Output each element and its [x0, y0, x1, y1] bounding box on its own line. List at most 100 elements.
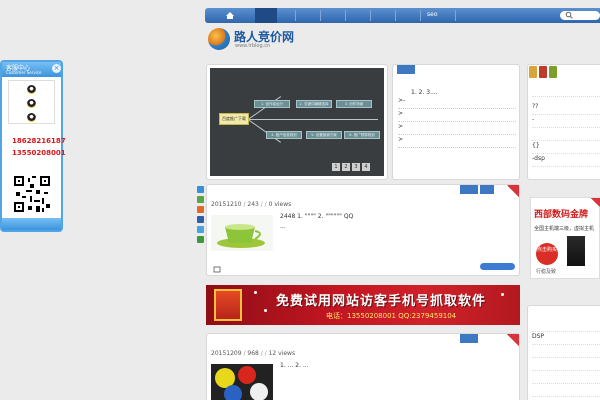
banner-title: 免费试用网站访客手机号抓取软件 — [276, 294, 487, 309]
sidebar-row[interactable] — [532, 385, 600, 397]
ad-buy-button[interactable]: 点击购买 — [536, 243, 558, 265]
nav-menu[interactable]: seo — [255, 8, 483, 23]
sidebar-row[interactable]: -dsp — [532, 155, 600, 167]
mindmap-node: 1. 创作者运行 — [254, 100, 290, 108]
share-icon[interactable] — [197, 186, 204, 193]
article-thumbnail[interactable] — [211, 364, 273, 400]
ad-footer: 行稳及致 — [536, 269, 557, 275]
sidebar-row[interactable] — [532, 346, 600, 358]
article-excerpt: 1. ... 2. ... — [280, 362, 309, 369]
home-icon — [226, 12, 234, 19]
box-tab[interactable] — [397, 65, 415, 74]
slider-page-1[interactable]: 1 — [332, 163, 340, 171]
sidebar-row[interactable] — [532, 85, 600, 97]
article-tab[interactable] — [460, 185, 478, 194]
nav-divider — [295, 10, 296, 21]
nav-item-seo[interactable]: seo — [427, 11, 438, 18]
site-logo[interactable]: 路人竞价网 www.lrblog.cn — [208, 28, 308, 50]
mindmap-node: 4. 账户信息规划 — [266, 131, 302, 139]
sidebar-panel: ?? - {} -dsp — [527, 64, 600, 180]
article-card: 20151209 / 968 / / 12 views 1. ... 2. ..… — [206, 333, 520, 400]
cs-phone: 13550208001 — [12, 149, 66, 157]
sidebar-row[interactable] — [532, 359, 600, 371]
new-ribbon — [507, 185, 519, 197]
sidebar-row[interactable]: - — [532, 116, 600, 128]
mindmap-line — [248, 119, 378, 120]
slider-page-4[interactable]: 4 — [362, 163, 370, 171]
qq-contact-list — [8, 80, 55, 124]
cs-header: 客服中心 Customer Service × — [2, 62, 61, 77]
nav-home[interactable] — [205, 8, 255, 23]
mindmap-node: 2. 关键词编辑选择 — [296, 100, 332, 108]
slide-image[interactable]: 百度推广下载 1. 创作者运行 2. 关键词编辑选择 3. 创作场景 4. 账户… — [210, 68, 384, 176]
nav-divider — [345, 10, 346, 21]
nav-divider — [420, 10, 421, 21]
article-thumbnail[interactable] — [211, 215, 273, 251]
customer-service-widget: 客服中心 Customer Service × 18628216187 1355… — [0, 60, 66, 232]
server-image — [567, 236, 585, 266]
list-item[interactable]: > — [398, 110, 516, 122]
nav-item-active[interactable] — [255, 8, 277, 23]
search-icon[interactable] — [565, 11, 573, 19]
slider-page-2[interactable]: 2 — [342, 163, 350, 171]
sidebar-tab-yellow[interactable] — [529, 66, 537, 78]
share-icon[interactable] — [197, 196, 204, 203]
featured-slider: 百度推广下载 1. 创作者运行 2. 关键词编辑选择 3. 创作场景 4. 账户… — [206, 64, 388, 180]
sidebar-row[interactable]: {} — [532, 142, 600, 154]
banner-contact: 电话：13550208001 QQ:2379459104 — [326, 312, 457, 320]
top-navigation-bar: seo — [205, 8, 600, 23]
nav-divider — [395, 10, 396, 21]
qr-code — [12, 174, 52, 214]
sidebar-row[interactable]: DSP — [532, 333, 600, 345]
gift-box-image — [214, 289, 242, 321]
logo-emblem — [208, 28, 230, 50]
article-date: 20151210 — [211, 201, 242, 208]
hosting-ad[interactable]: 西部数码金牌 全国主机端三级，虚拟主机 点击购买 行稳及致 — [530, 197, 600, 279]
share-icon[interactable] — [197, 226, 204, 233]
qq-icon[interactable] — [27, 99, 36, 108]
sidebar-row[interactable] — [532, 129, 600, 141]
article-views: 0 views — [268, 201, 292, 208]
sidebar-row[interactable]: ?? — [532, 103, 600, 115]
mindmap-node: 5. 设置营销方案 — [306, 131, 342, 139]
new-ribbon — [507, 334, 519, 346]
article-tab[interactable] — [460, 334, 478, 343]
slider-page-3[interactable]: 3 — [352, 163, 360, 171]
article-excerpt-more: ... — [280, 223, 286, 230]
ad-subtitle: 全国主机端三级，虚拟主机 — [534, 226, 595, 232]
article-count: 968 — [247, 350, 259, 357]
cs-footer — [2, 218, 61, 230]
mindmap-node: 6. 推广预算规划 — [344, 131, 380, 139]
nav-divider — [370, 10, 371, 21]
sidebar-tab-green[interactable] — [549, 66, 557, 78]
list-item[interactable]: >- — [398, 97, 516, 109]
decor-dot — [254, 291, 257, 294]
qq-icon[interactable] — [27, 113, 36, 122]
nav-divider — [455, 10, 456, 21]
article-meta: 20151209 / 968 / / 12 views — [211, 350, 296, 357]
list-item[interactable]: > — [398, 123, 516, 135]
sidebar-row[interactable] — [532, 320, 600, 332]
logo-domain: www.lrblog.cn — [235, 43, 271, 49]
mindmap-node: 3. 创作场景 — [336, 100, 372, 108]
article-count: 243 — [247, 201, 259, 208]
nav-divider — [320, 10, 321, 21]
tag-icon[interactable] — [213, 265, 221, 273]
share-icon[interactable] — [197, 216, 204, 223]
article-date: 20151209 — [211, 350, 242, 357]
qq-icon[interactable] — [27, 85, 36, 94]
sidebar-row[interactable] — [532, 372, 600, 384]
read-more-button[interactable] — [480, 263, 515, 270]
article-views: 12 views — [268, 350, 296, 357]
cs-phone: 18628216187 — [12, 137, 66, 145]
share-icon[interactable] — [197, 236, 204, 243]
ad-title: 西部数码金牌 — [534, 210, 589, 220]
list-summary: 1. 2. 3.... — [411, 89, 438, 96]
share-icon[interactable] — [197, 206, 204, 213]
close-icon[interactable]: × — [52, 64, 61, 73]
promo-banner[interactable]: 免费试用网站访客手机号抓取软件 电话：13550208001 QQ:237945… — [206, 285, 520, 325]
cs-subtitle: Customer Service — [6, 70, 42, 75]
sidebar-tab-red[interactable] — [539, 66, 547, 78]
article-tab[interactable] — [480, 185, 494, 194]
list-item[interactable]: > — [398, 136, 516, 148]
